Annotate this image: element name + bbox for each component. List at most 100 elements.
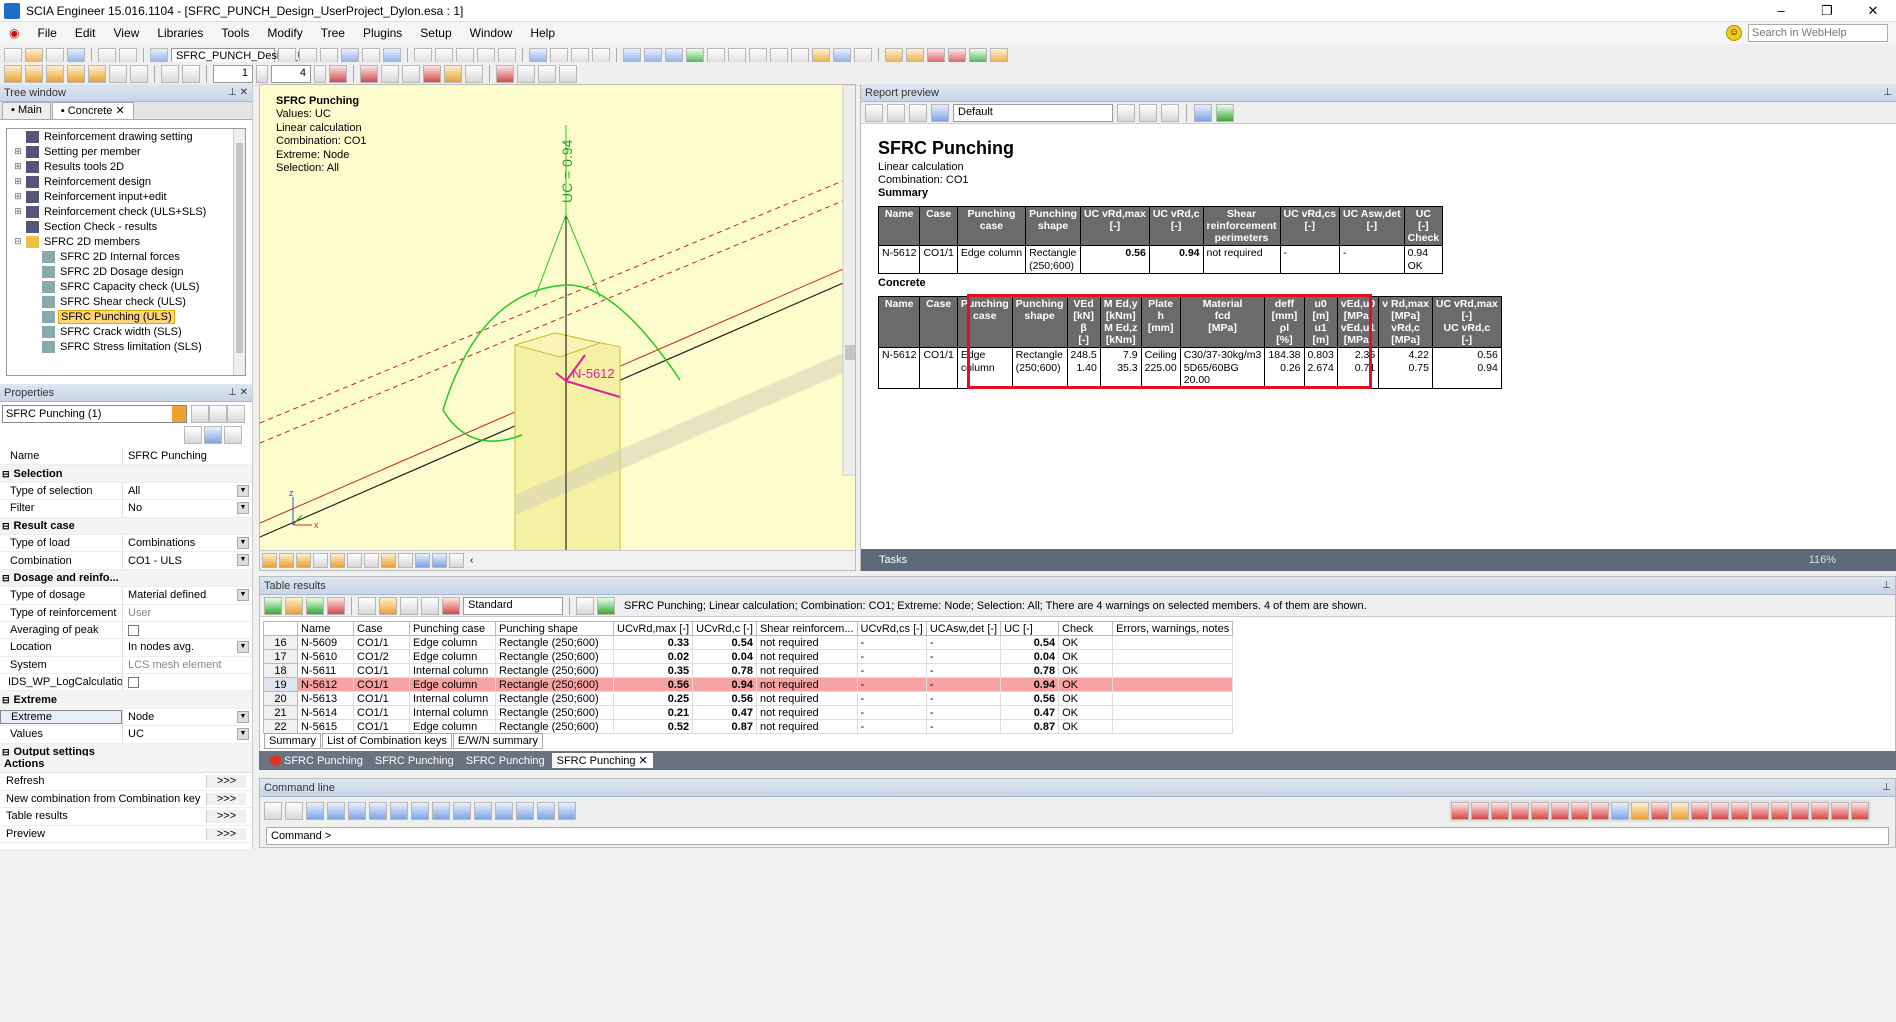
dropdown-arrow-icon[interactable]: ▼	[237, 502, 249, 515]
property-row[interactable]: System LCS mesh element	[0, 656, 252, 675]
cmd-9-icon[interactable]	[474, 802, 492, 820]
report-layout-3-icon[interactable]	[1161, 103, 1179, 122]
table-row[interactable]: 18 N-5611 CO1/1 Internal column Rectangle (2…	[263, 663, 1234, 678]
tree-item[interactable]: ⊞ Results tools 2D	[7, 159, 245, 174]
result-tab[interactable]: E/W/N summary	[452, 733, 543, 749]
property-row[interactable]: Type of selection All ▼	[0, 482, 252, 501]
tree-item[interactable]: ⊞ Reinforcement input+edit	[7, 189, 245, 204]
property-section[interactable]: ⊟ Extreme	[0, 691, 252, 709]
cmd-11-icon[interactable]	[516, 802, 534, 820]
system-menu-icon[interactable]: ◉	[0, 26, 28, 40]
dropdown-arrow-icon[interactable]: ▼	[237, 536, 249, 549]
tree-expander-icon[interactable]: ⊞	[13, 176, 23, 187]
tree-item[interactable]: SFRC Stress limitation (SLS)	[7, 339, 245, 354]
property-value[interactable]	[122, 621, 252, 639]
load-icon[interactable]	[88, 64, 106, 83]
dropdown-arrow-icon[interactable]: ▼	[237, 641, 249, 654]
grid-column-header[interactable]: Case	[353, 621, 410, 636]
grid-column-header[interactable]: UCvRd,max [-]	[612, 621, 694, 636]
document-tab[interactable]: SFRC Punching	[461, 754, 550, 768]
brush-icon[interactable]	[184, 426, 202, 444]
cmd-7-icon[interactable]	[432, 802, 450, 820]
add-icon[interactable]	[285, 596, 303, 615]
tool-d-icon[interactable]	[423, 64, 441, 83]
view-tool-9-icon[interactable]	[398, 553, 413, 568]
table-style-combo[interactable]: Standard	[463, 596, 563, 615]
grid-column-header[interactable]: UC [-]	[1000, 621, 1060, 636]
property-value[interactable]: LCS mesh element	[122, 656, 252, 674]
snap-20-icon[interactable]	[1851, 802, 1869, 820]
property-row[interactable]: Averaging of peak	[0, 621, 252, 640]
properties-selector[interactable]: SFRC Punching (1)	[2, 405, 187, 423]
tool-f-icon[interactable]	[465, 64, 483, 83]
snap-16-icon[interactable]	[1771, 802, 1789, 820]
tree-item[interactable]: SFRC Shear check (ULS)	[7, 294, 245, 309]
member-icon[interactable]	[25, 64, 43, 83]
tree-item[interactable]: Reinforcement drawing setting	[7, 129, 245, 144]
menu-tree[interactable]: Tree	[312, 26, 354, 40]
tree-expander-icon[interactable]: ⊟	[13, 236, 23, 247]
report-style-combo[interactable]: Default	[953, 103, 1113, 122]
view-tool-12-icon[interactable]	[449, 553, 464, 568]
table-row[interactable]: 16 N-5609 CO1/1 Edge column Rectangle (250;6…	[263, 635, 1234, 650]
snap-5-icon[interactable]	[1531, 802, 1549, 820]
report-update-icon[interactable]	[1216, 103, 1234, 122]
cmd-13-icon[interactable]	[558, 802, 576, 820]
snap-2-icon[interactable]	[1471, 802, 1489, 820]
snap-19-icon[interactable]	[1831, 802, 1849, 820]
grid-column-header[interactable]	[263, 621, 298, 636]
property-row[interactable]: Filter No ▼	[0, 500, 252, 518]
action-row[interactable]: Refresh >>>	[0, 773, 252, 791]
menu-plugins[interactable]: Plugins	[354, 26, 411, 40]
property-section[interactable]: ⊟ Dosage and reinfo...	[0, 569, 252, 588]
clear-icon[interactable]	[329, 64, 347, 83]
report-refresh-icon[interactable]	[887, 103, 905, 122]
table-row[interactable]: 22 N-5615 CO1/1 Edge column Rectangle (250;6…	[263, 719, 1234, 734]
pin-close-icon[interactable]: ⊥ ✕	[228, 87, 248, 98]
table-filter-icon[interactable]	[442, 596, 460, 615]
view-tool-2-icon[interactable]	[279, 553, 294, 568]
view-tool-4-icon[interactable]	[313, 553, 328, 568]
tree-item[interactable]: Section Check - results	[7, 219, 245, 234]
table-row[interactable]: 19 N-5612 CO1/1 Edge column Rectangle (250;6…	[263, 677, 1234, 692]
cmd-1-icon[interactable]	[306, 802, 324, 820]
tool-c-icon[interactable]	[402, 64, 420, 83]
action-row[interactable]: Preview >>>	[0, 826, 252, 843]
refresh-icon[interactable]	[306, 596, 324, 615]
menu-setup[interactable]: Setup	[411, 26, 460, 40]
document-tab[interactable]: SFRC Punching	[370, 754, 459, 768]
dropdown-arrow-icon[interactable]: ▼	[237, 710, 249, 723]
property-value[interactable]: SFRC Punching	[122, 448, 252, 465]
command-input[interactable]: Command >	[266, 827, 1889, 845]
property-value[interactable]: Node ▼	[122, 708, 252, 726]
report-layout-2-icon[interactable]	[1139, 103, 1157, 122]
table-row[interactable]: 17 N-5610 CO1/2 Edge column Rectangle (250;6…	[263, 649, 1234, 664]
grid-settings-icon[interactable]	[576, 596, 594, 615]
grid-column-header[interactable]: Check	[1058, 621, 1114, 636]
cmd-12-icon[interactable]	[537, 802, 555, 820]
property-row[interactable]: Type of load Combinations ▼	[0, 534, 252, 553]
tree-item[interactable]: SFRC Capacity check (ULS)	[7, 279, 245, 294]
hscroll-left-icon[interactable]: ‹	[470, 555, 473, 566]
grid-icon[interactable]	[130, 64, 148, 83]
columns4-icon[interactable]	[421, 596, 439, 615]
tasks-label[interactable]: Tasks	[879, 554, 907, 566]
columns-icon[interactable]	[358, 596, 376, 615]
run-icon[interactable]	[264, 596, 282, 615]
property-row[interactable]: Location In nodes avg. ▼	[0, 639, 252, 657]
feedback-smiley-icon[interactable]: ☺	[1726, 25, 1742, 41]
tree-scrollbar[interactable]	[233, 129, 245, 375]
spin-input-2[interactable]: 4	[271, 64, 311, 83]
dropdown-arrow-icon[interactable]: ▼	[237, 554, 249, 567]
spin-input-1[interactable]: 1	[213, 64, 253, 83]
view-tool-1-icon[interactable]	[262, 553, 277, 568]
document-tab[interactable]: SFRC Punching	[265, 754, 368, 768]
grid-column-header[interactable]: Punching case	[409, 621, 496, 636]
snap-grid-icon[interactable]	[1631, 802, 1649, 820]
property-value[interactable]: In nodes avg. ▼	[122, 639, 252, 656]
report-table-icon[interactable]	[1194, 103, 1212, 122]
property-value[interactable]: UC ▼	[122, 726, 252, 743]
snap-11-icon[interactable]	[1671, 802, 1689, 820]
tree-expander-icon[interactable]: ⊞	[13, 146, 23, 157]
cmd-6-icon[interactable]	[411, 802, 429, 820]
